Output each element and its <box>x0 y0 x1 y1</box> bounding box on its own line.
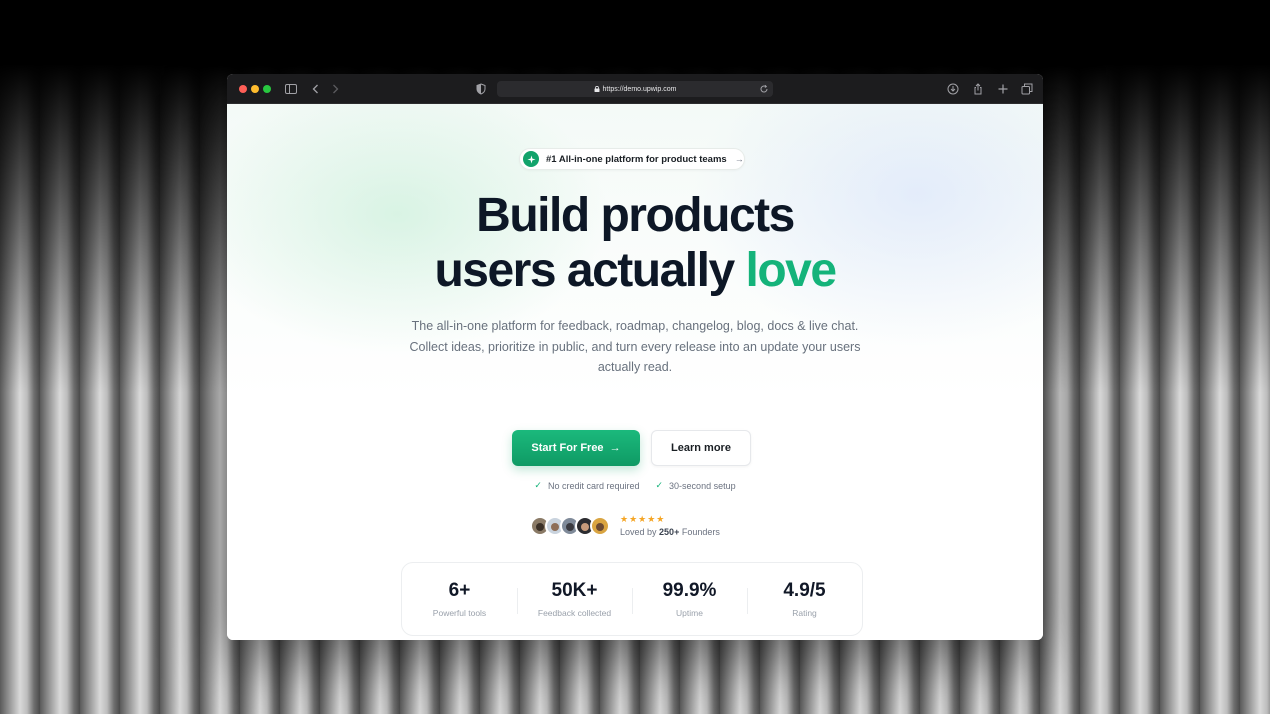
sparkle-icon <box>523 151 539 167</box>
check-icon: ✓ <box>534 480 542 490</box>
downloads-icon[interactable] <box>946 82 960 96</box>
url-text: https://demo.upwip.com <box>602 85 677 93</box>
social-proof: ★★★★★ Loved by 250+ Founders <box>530 514 720 537</box>
address-bar[interactable]: https://demo.upwip.com <box>497 81 773 97</box>
forward-icon[interactable] <box>328 82 342 96</box>
close-window-button[interactable] <box>239 85 247 93</box>
privacy-shield-icon[interactable] <box>474 82 488 96</box>
check-text: No credit card required <box>547 480 640 491</box>
stat-label: Uptime <box>676 608 703 618</box>
founder-count: 250+ <box>659 527 680 537</box>
zoom-window-button[interactable] <box>263 85 271 93</box>
stat-label: Rating <box>792 608 817 618</box>
stat-value: 6+ <box>448 580 471 601</box>
hero-subtitle: The all-in-one platform for feedback, ro… <box>409 319 861 374</box>
start-for-free-label: Start For Free <box>531 442 604 454</box>
arrow-right-icon: → <box>734 154 744 164</box>
sidebar-toggle-icon[interactable] <box>284 82 298 96</box>
stats-card: 6+ Powerful tools 50K+ Feedback collecte… <box>401 562 863 636</box>
stat-value: 4.9/5 <box>783 580 826 601</box>
stat-label: Powerful tools <box>432 608 487 618</box>
check-text: 30-second setup <box>669 480 736 491</box>
browser-toolbar: https://demo.upwip.com <box>227 74 1043 104</box>
announcement-badge[interactable]: #1 All-in-one platform for product teams… <box>519 148 745 170</box>
browser-window: https://demo.upwip.com #1 All-in-one pla… <box>227 74 1043 640</box>
back-icon[interactable] <box>309 82 323 96</box>
founder-avatars <box>530 515 610 536</box>
arrow-right-icon: → <box>609 442 621 454</box>
check-item: ✓ No credit card required <box>534 480 639 491</box>
minimize-window-button[interactable] <box>251 85 259 93</box>
stat-tools: 6+ Powerful tools <box>402 580 517 618</box>
hero-title-line-2: users actually love <box>227 243 1043 299</box>
hero-title-accent: love <box>745 244 837 297</box>
share-icon[interactable] <box>971 82 985 96</box>
check-item: ✓ 30-second setup <box>656 480 736 491</box>
start-for-free-button[interactable]: Start For Free → <box>512 430 640 466</box>
stat-value: 50K+ <box>551 580 598 601</box>
reload-icon[interactable] <box>759 84 769 94</box>
hero-title-line-1: Build products <box>476 189 795 242</box>
stat-feedback: 50K+ Feedback collected <box>517 580 632 618</box>
check-icon: ✓ <box>655 480 664 490</box>
new-tab-icon[interactable] <box>996 82 1010 96</box>
social-proof-text: ★★★★★ Loved by 250+ Founders <box>620 514 720 537</box>
loved-by-text: Loved by 250+ Founders <box>620 527 720 537</box>
tab-overview-icon[interactable] <box>1020 82 1034 96</box>
stat-rating: 4.9/5 Rating <box>747 580 862 618</box>
learn-more-button[interactable]: Learn more <box>651 430 751 466</box>
landing-page: #1 All-in-one platform for product teams… <box>227 104 1043 640</box>
lock-icon <box>594 86 600 92</box>
badge-text: #1 All-in-one platform for product teams <box>546 153 727 165</box>
stat-uptime: 99.9% Uptime <box>632 580 747 618</box>
avatar <box>590 515 610 536</box>
cta-checks: ✓ No credit card required ✓ 30-second se… <box>227 480 1043 491</box>
hero-title-prefix: users actually <box>434 244 735 297</box>
stat-label: Feedback collected <box>537 608 612 618</box>
rating-stars: ★★★★★ <box>620 514 666 524</box>
stat-value: 99.9% <box>662 580 717 601</box>
